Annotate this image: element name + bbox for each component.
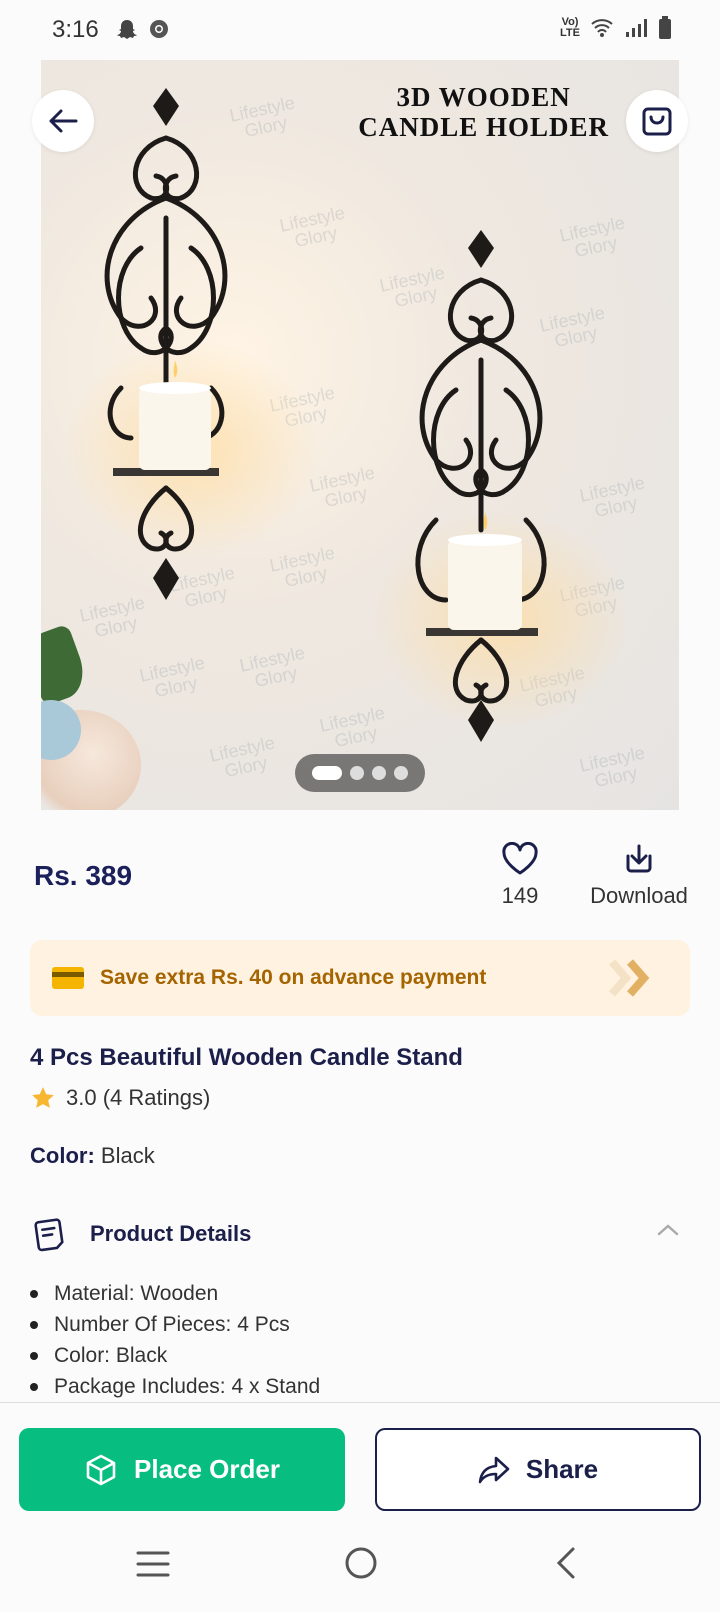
watermark: LifestyleGlory	[577, 472, 647, 522]
image-caption: 3D WOODEN CANDLE HOLDER	[358, 82, 609, 142]
chevron-up-icon[interactable]	[656, 1222, 680, 1238]
product-image-carousel[interactable]: Lifestyle Glory Lifestyle Glory Lifestyle G…	[41, 60, 679, 810]
watermark: LifestyleGlory	[267, 542, 337, 592]
list-item: Number Of Pieces: 4 Pcs	[30, 1309, 320, 1340]
download-button[interactable]: Download	[584, 842, 694, 909]
list-item: Color: Black	[30, 1340, 320, 1371]
battery-icon	[659, 16, 671, 39]
credit-card-icon	[52, 967, 84, 989]
download-label: Download	[590, 883, 688, 908]
list-item: Package Includes: 4 x Stand	[30, 1371, 320, 1402]
carousel-dot[interactable]	[394, 766, 408, 780]
double-chevron-right-icon	[608, 959, 650, 997]
share-label: Share	[525, 1454, 599, 1484]
watermark: LifestyleGlory	[137, 652, 207, 702]
place-order-label: Place Order	[134, 1454, 280, 1484]
system-navigation-bar	[0, 1530, 720, 1612]
share-button[interactable]: Share	[375, 1428, 701, 1511]
color-info: Color: Black	[30, 1143, 155, 1169]
signal-icon	[626, 19, 647, 37]
color-value: Black	[100, 1143, 155, 1168]
watermark: LifestyleGlory	[277, 202, 347, 252]
shopping-bag-icon	[642, 107, 672, 136]
watermark: LifestyleGlory	[307, 462, 377, 512]
carousel-dot[interactable]	[350, 766, 364, 780]
product-title: 4 Pcs Beautiful Wooden Candle Stand	[30, 1044, 463, 1071]
download-icon	[626, 844, 652, 873]
carousel-indicator	[295, 754, 425, 792]
wishlist-count: 149	[501, 883, 539, 908]
watermark: LifestyleGlory	[207, 732, 277, 782]
candle-holder-right-image	[415, 230, 547, 742]
carousel-dot[interactable]	[312, 766, 342, 780]
share-icon	[478, 1456, 510, 1483]
watermark: LifestyleGlory	[237, 642, 307, 692]
offer-text: Save extra Rs. 40 on advance payment	[100, 966, 487, 989]
box-icon	[86, 1454, 116, 1485]
advance-payment-offer-banner[interactable]: Save extra Rs. 40 on advance payment	[30, 940, 690, 1016]
status-time: 3:16	[52, 16, 99, 43]
home-circle-icon[interactable]	[344, 1546, 378, 1580]
arrow-left-icon	[49, 109, 78, 133]
candle-holder-left-image	[104, 88, 228, 600]
product-details-header[interactable]: Product Details	[30, 1212, 690, 1256]
product-details-list: Material: Wooden Number Of Pieces: 4 Pcs…	[30, 1278, 320, 1402]
back-chevron-icon[interactable]	[556, 1546, 576, 1580]
watermark: LifestyleGlory	[577, 742, 647, 792]
volte-icon: Vo) LTE	[560, 16, 580, 39]
menu-icon[interactable]	[136, 1550, 170, 1578]
cart-button[interactable]	[626, 90, 688, 152]
star-icon	[32, 1087, 54, 1108]
snapchat-icon	[117, 20, 137, 39]
document-icon	[34, 1218, 64, 1252]
product-price: Rs. 389	[34, 860, 133, 891]
wifi-icon	[591, 19, 613, 37]
rating-text: 3.0 (4 Ratings)	[66, 1085, 211, 1110]
chrome-icon	[150, 20, 168, 38]
product-rating[interactable]: 3.0 (4 Ratings)	[30, 1085, 210, 1111]
place-order-button[interactable]: Place Order	[19, 1428, 345, 1511]
status-bar: 3:16 Vo) LTE	[0, 0, 720, 60]
heart-icon	[502, 841, 538, 875]
carousel-dot[interactable]	[372, 766, 386, 780]
divider	[0, 1402, 720, 1403]
product-details-title: Product Details	[90, 1221, 252, 1246]
wishlist-button[interactable]: 149	[490, 841, 550, 909]
back-button[interactable]	[32, 90, 94, 152]
color-label: Color:	[30, 1143, 95, 1168]
watermark: LifestyleGlory	[317, 702, 387, 752]
list-item: Material: Wooden	[30, 1278, 320, 1309]
